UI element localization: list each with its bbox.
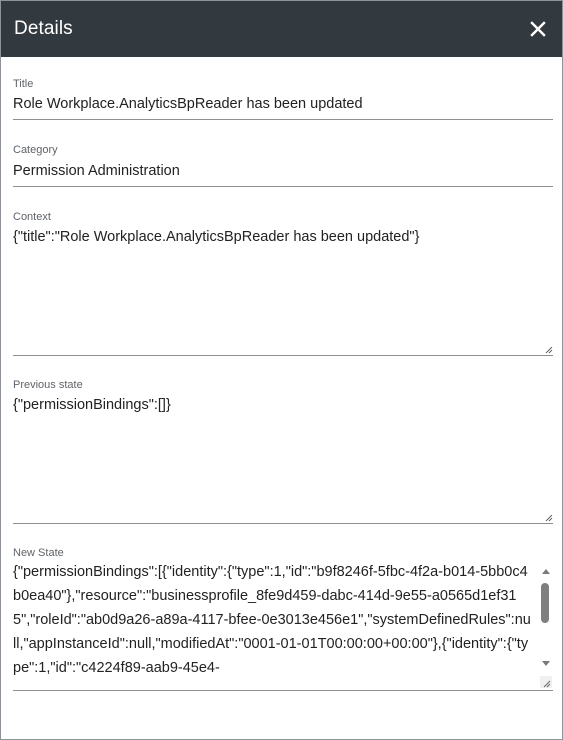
close-button[interactable] — [526, 17, 550, 41]
previous-state-label: Previous state — [13, 379, 83, 391]
details-content: Title Role Workplace.AnalyticsBpReader h… — [1, 78, 562, 691]
scroll-up-arrow-icon[interactable] — [542, 569, 550, 574]
title-value: Role Workplace.AnalyticsBpReader has bee… — [13, 96, 363, 112]
resize-grip-icon[interactable] — [545, 514, 553, 522]
resize-grip-lines — [543, 680, 551, 688]
category-field[interactable]: Category Permission Administration — [13, 144, 553, 187]
close-icon — [530, 21, 546, 37]
context-value: {"title":"Role Workplace.AnalyticsBpRead… — [13, 229, 420, 245]
title-field[interactable]: Title Role Workplace.AnalyticsBpReader h… — [13, 78, 553, 120]
context-field: Context {"title":"Role Workplace.Analyti… — [13, 211, 553, 356]
category-value: Permission Administration — [13, 163, 180, 179]
previous-state-textarea[interactable]: {"permissionBindings":[]} — [13, 396, 553, 524]
context-textarea[interactable]: {"title":"Role Workplace.AnalyticsBpRead… — [13, 228, 553, 356]
scroll-down-arrow-icon[interactable] — [542, 661, 550, 666]
new-state-field: New State {"permissionBindings":[{"ident… — [13, 547, 553, 691]
category-label: Category — [13, 144, 58, 156]
new-state-label: New State — [13, 547, 64, 559]
title-label: Title — [13, 78, 34, 90]
new-state-textarea[interactable]: {"permissionBindings":[{"identity":{"typ… — [13, 559, 553, 691]
resize-grip-icon[interactable] — [540, 676, 552, 688]
details-panel: Details Title Role Workplace.AnalyticsBp… — [0, 0, 563, 740]
scroll-thumb[interactable] — [541, 583, 549, 623]
context-label: Context — [13, 211, 51, 223]
previous-state-value: {"permissionBindings":[]} — [13, 397, 171, 413]
new-state-value: {"permissionBindings":[{"identity":{"typ… — [13, 564, 531, 676]
panel-title: Details — [14, 18, 73, 39]
new-state-scrollbar[interactable] — [539, 559, 553, 669]
resize-grip-icon[interactable] — [545, 346, 553, 354]
panel-header: Details — [1, 1, 562, 57]
previous-state-field: Previous state {"permissionBindings":[]} — [13, 379, 553, 524]
